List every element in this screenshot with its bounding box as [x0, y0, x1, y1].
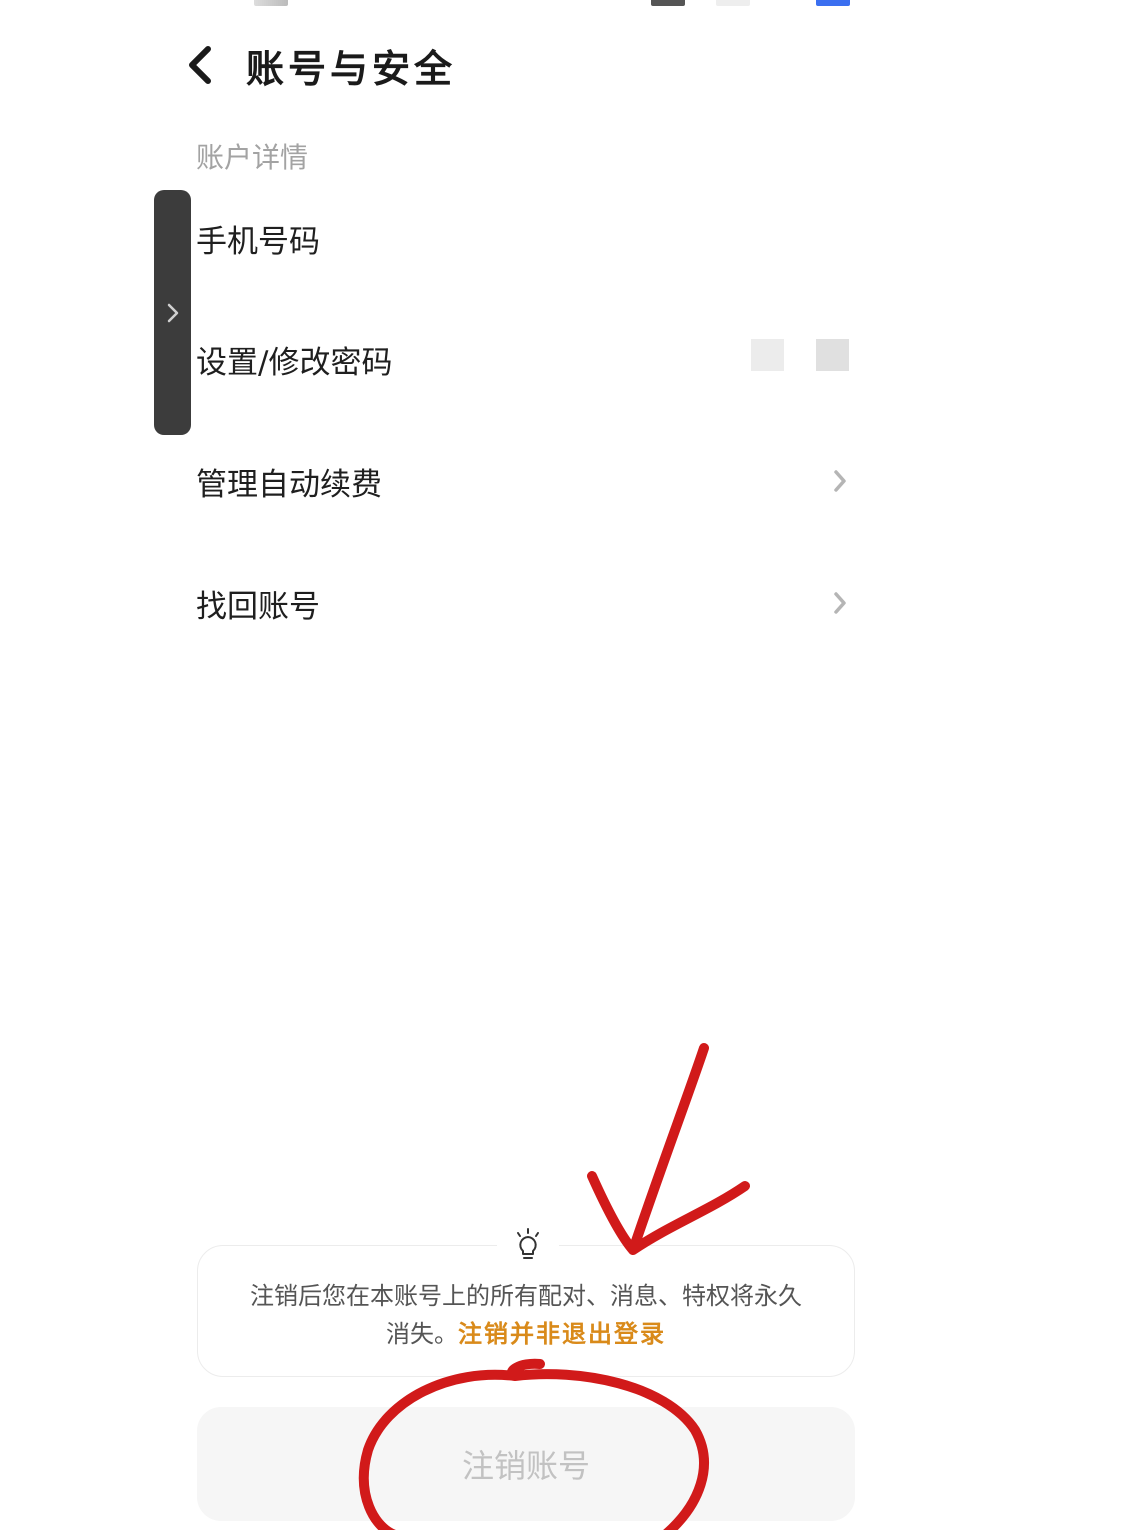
row-label: 设置/修改密码	[196, 344, 393, 381]
status-bar-fragment	[254, 0, 288, 6]
status-bar-fragment	[716, 0, 750, 6]
header: 账号与安全	[180, 30, 456, 100]
back-button[interactable]	[180, 35, 220, 95]
page-title: 账号与安全	[246, 45, 457, 91]
delete-account-button[interactable]: 注销账号	[197, 1407, 855, 1521]
blurred-area	[751, 339, 784, 371]
row-label: 找回账号	[196, 588, 320, 625]
status-bar-fragment	[816, 0, 850, 6]
chevron-right-icon	[828, 588, 852, 618]
notice-line-2: 消失。	[386, 1320, 458, 1348]
status-bar-fragment	[651, 0, 685, 6]
annotation-arrow	[587, 1043, 750, 1255]
phone-number-row[interactable]: 手机号码	[196, 198, 852, 278]
auto-renew-row[interactable]: 管理自动续费	[196, 441, 852, 521]
row-label: 管理自动续费	[196, 466, 382, 503]
lightbulb-icon	[497, 1222, 559, 1268]
chevron-right-icon	[828, 466, 852, 496]
blurred-area	[816, 339, 849, 371]
delete-account-label: 注销账号	[461, 1447, 590, 1485]
notice-text: 注销后您在本账号上的所有配对、消息、特权将永久 消失。注销并非退出登录	[198, 1278, 854, 1353]
section-label: 账户详情	[196, 141, 309, 174]
notice-warning: 注销并非退出登录	[458, 1319, 666, 1348]
side-panel-handle[interactable]	[154, 190, 191, 435]
chevron-left-icon	[189, 46, 211, 84]
recover-account-row[interactable]: 找回账号	[196, 563, 852, 643]
account-security-page: 账号与安全 账户详情 手机号码 设置/修改密码 管理自动续费 找回账号 注销后您…	[0, 0, 1147, 1530]
row-label: 手机号码	[196, 223, 320, 260]
chevron-right-icon	[167, 303, 178, 322]
notice-line-1: 注销后您在本账号上的所有配对、消息、特权将永久	[250, 1282, 802, 1310]
